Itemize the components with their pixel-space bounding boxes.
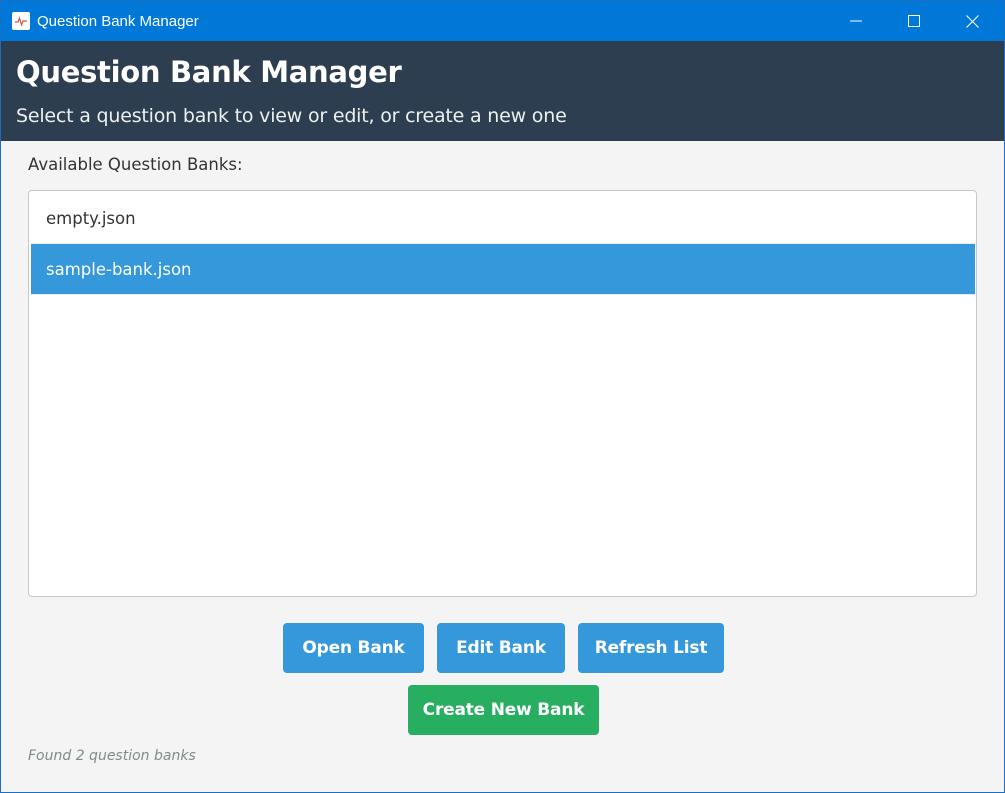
edit-bank-button[interactable]: Edit Bank [437,623,565,673]
close-button[interactable] [943,1,1001,41]
list-item-label: sample-bank.json [46,259,192,279]
create-new-bank-button[interactable]: Create New Bank [408,685,599,735]
app-window: Question Bank Manager Question Bank Mana… [0,0,1005,793]
app-icon [12,12,30,30]
maximize-button[interactable] [885,1,943,41]
list-label: Available Question Banks: [28,155,243,174]
header: Question Bank Manager Select a question … [1,41,1004,141]
maximize-icon [908,15,920,27]
minimize-button[interactable] [827,1,885,41]
list-item-label: empty.json [46,208,136,228]
list-item-sample-bank-json[interactable]: sample-bank.json [31,244,975,295]
status-text: Found 2 question banks [28,748,196,764]
refresh-list-button[interactable]: Refresh List [578,623,724,673]
window-title: Question Bank Manager [37,13,199,30]
list-item-empty-json[interactable]: empty.json [31,193,975,244]
page-subtitle: Select a question bank to view or edit, … [16,105,567,127]
open-bank-button[interactable]: Open Bank [283,623,424,673]
minimize-icon [850,20,862,22]
question-bank-list[interactable]: empty.json sample-bank.json [28,190,977,597]
title-bar[interactable]: Question Bank Manager [1,1,1004,41]
page-title: Question Bank Manager [16,55,402,89]
close-icon [965,14,979,28]
